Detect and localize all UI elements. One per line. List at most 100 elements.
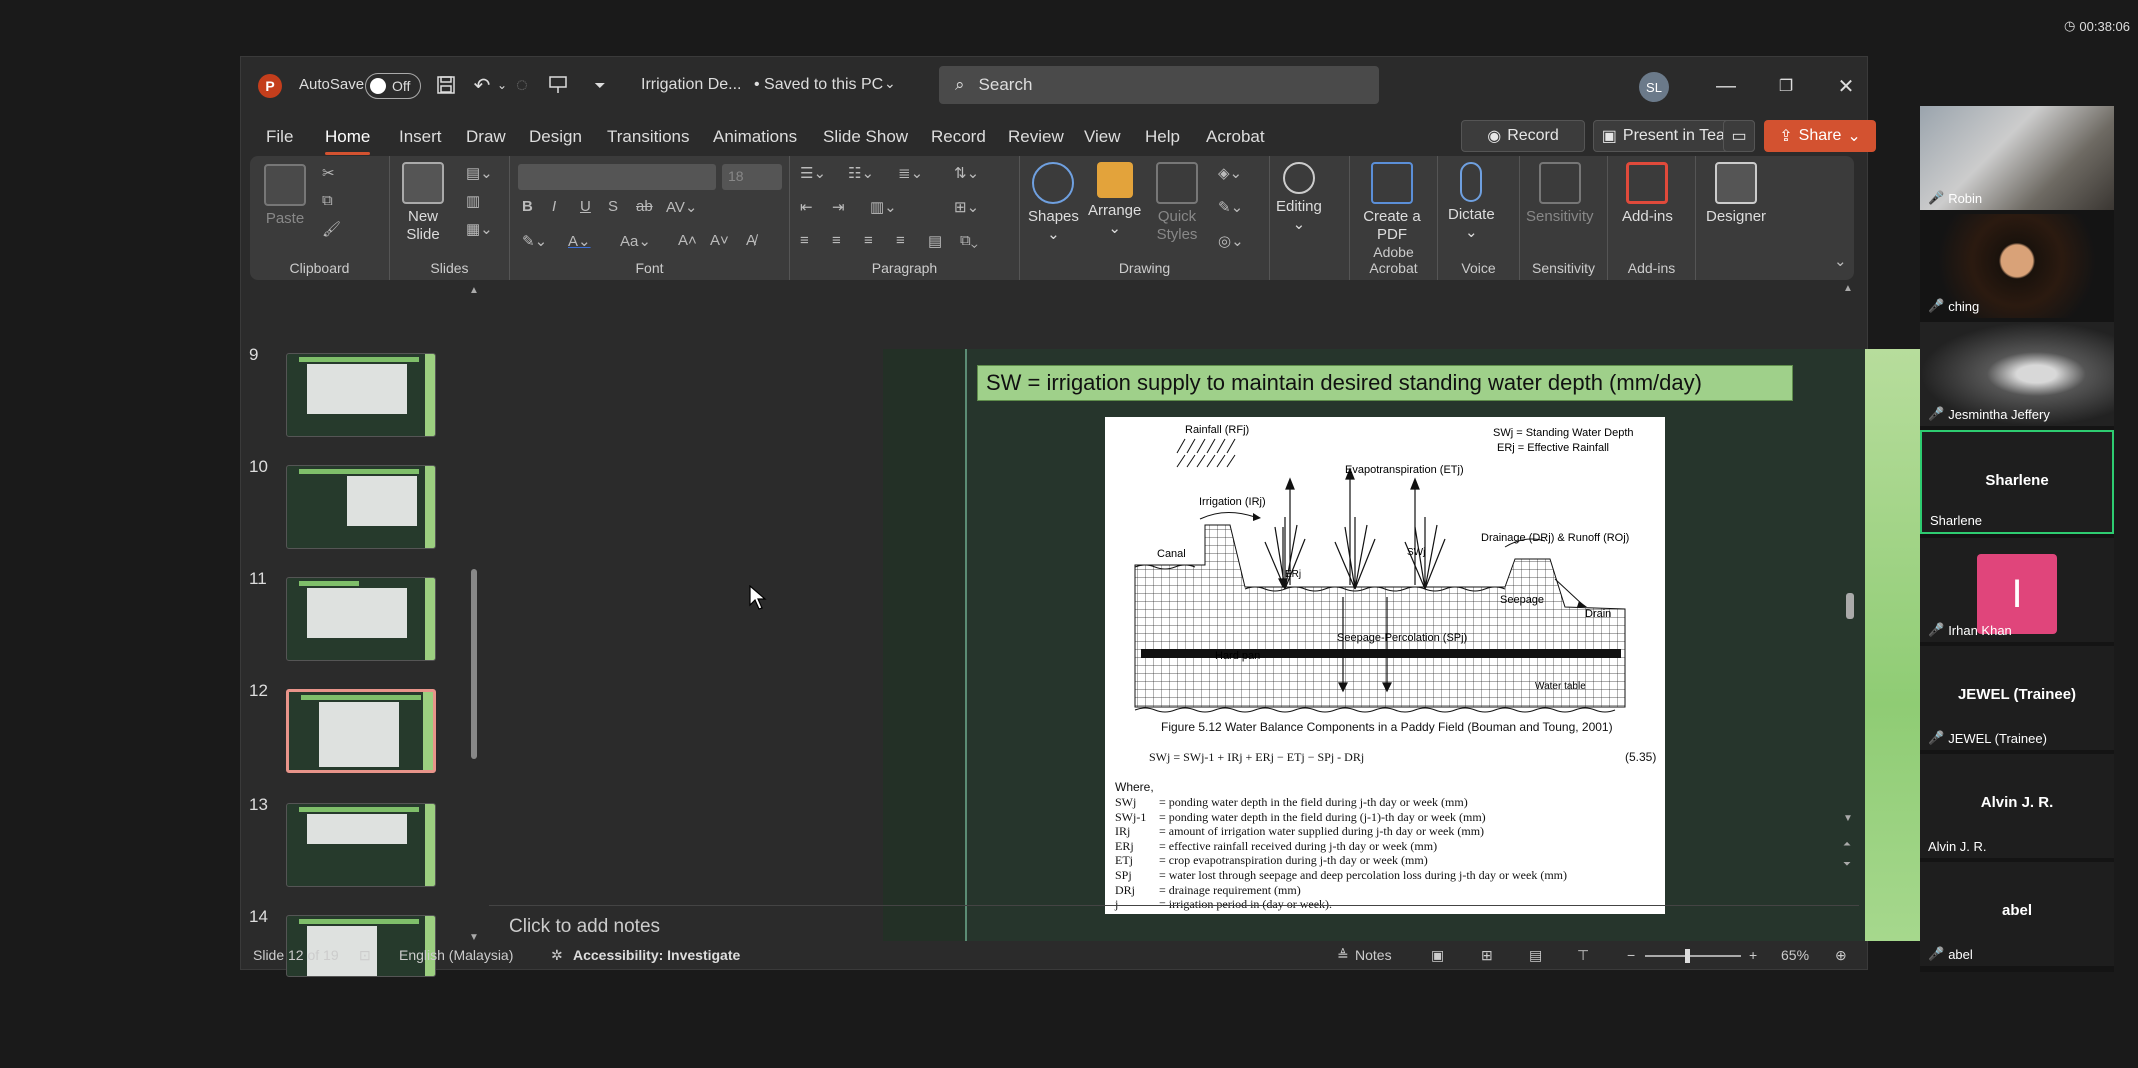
tab-view[interactable]: View <box>1084 127 1121 147</box>
distribute-icon[interactable]: ▤ <box>928 232 942 250</box>
slide-thumbnail[interactable] <box>286 577 436 661</box>
font-size-dropdown[interactable]: 18 <box>722 164 782 190</box>
tab-home[interactable]: Home <box>325 127 371 155</box>
slide-title[interactable]: SW = irrigation supply to maintain desir… <box>977 365 1793 401</box>
close-icon[interactable]: ✕ <box>1831 71 1861 101</box>
sensitivity-button[interactable]: Sensitivity <box>1526 162 1594 226</box>
participant-tile[interactable]: Alvin J. R. Alvin J. R. <box>1920 754 2114 858</box>
record-button[interactable]: ◉ Record <box>1461 120 1585 152</box>
participant-tile[interactable]: 🎤 Robin <box>1920 106 2114 210</box>
slide-thumbnail[interactable] <box>286 465 436 549</box>
shapes-button[interactable]: Shapes ⌄ <box>1028 162 1079 244</box>
bold-icon[interactable]: B <box>522 198 533 215</box>
zoom-out-icon[interactable]: − <box>1627 947 1635 963</box>
slide-thumbnail[interactable] <box>286 803 436 887</box>
align-left-icon[interactable]: ≡ <box>800 232 809 249</box>
zoom-level[interactable]: 65% <box>1781 947 1809 963</box>
align-text-icon[interactable]: ⊞⌄ <box>954 198 979 216</box>
clear-format-icon[interactable]: A̸ <box>746 232 756 249</box>
slide-canvas[interactable]: SW = irrigation supply to maintain desir… <box>883 349 1935 941</box>
water-balance-figure[interactable]: Rainfall (RFj) SWj = Standing Water Dept… <box>1105 417 1665 914</box>
align-right-icon[interactable]: ≡ <box>864 232 873 249</box>
tab-draw[interactable]: Draw <box>466 127 506 147</box>
previous-slide-icon[interactable]: ⏶ <box>1843 839 1851 850</box>
redo-icon[interactable]: ◌ <box>509 71 535 99</box>
scrollbar-thumb[interactable] <box>1846 593 1854 619</box>
tab-transitions[interactable]: Transitions <box>607 127 690 147</box>
tab-review[interactable]: Review <box>1008 127 1064 147</box>
editor-scrollbar[interactable]: ▲ ▼ ⏶ ⏷ <box>1843 283 1857 905</box>
strikethrough-icon[interactable]: ab <box>636 198 653 215</box>
participant-tile[interactable]: 🎤 ching <box>1920 214 2114 318</box>
saved-status[interactable]: • Saved to this PC <box>754 76 883 94</box>
shape-outline-icon[interactable]: ✎⌄ <box>1218 198 1243 216</box>
shadow-icon[interactable]: S <box>608 198 618 215</box>
search-box[interactable]: ⌕ Search <box>939 66 1379 104</box>
tab-animations[interactable]: Animations <box>713 127 797 147</box>
accessibility-icon[interactable]: ✲ <box>551 947 563 964</box>
scroll-up-icon[interactable]: ▲ <box>469 285 479 296</box>
layout-icon[interactable]: ▤⌄ <box>466 164 493 182</box>
zoom-slider-thumb[interactable] <box>1685 949 1690 963</box>
copy-icon[interactable]: ⧉ <box>322 192 333 209</box>
align-center-icon[interactable]: ≡ <box>832 232 841 249</box>
designer-button[interactable]: Designer <box>1706 162 1766 226</box>
save-icon[interactable] <box>433 71 459 99</box>
highlight-icon[interactable]: ✎⌄ <box>522 232 547 250</box>
change-case-icon[interactable]: Aa⌄ <box>620 232 651 250</box>
text-direction-icon[interactable]: ⇅⌄ <box>954 164 979 182</box>
columns-icon[interactable]: ▥⌄ <box>870 198 897 216</box>
arrange-button[interactable]: Arrange ⌄ <box>1088 162 1141 238</box>
language-status[interactable]: English (Malaysia) <box>399 947 513 963</box>
thumbnail-scrollbar[interactable]: ▲ ▼ <box>469 285 479 943</box>
tab-slide-show[interactable]: Slide Show <box>823 127 908 147</box>
char-spacing-icon[interactable]: AV⌄ <box>666 198 697 216</box>
italic-icon[interactable]: I <box>552 198 556 215</box>
create-pdf-button[interactable]: Create a PDF <box>1362 162 1422 244</box>
font-color-icon[interactable]: A⌄ <box>568 232 591 250</box>
zoom-in-icon[interactable]: + <box>1749 947 1757 963</box>
line-spacing-icon[interactable]: ≣⌄ <box>898 164 923 182</box>
customize-toolbar-icon[interactable]: ⏷ <box>587 71 613 99</box>
minimize-icon[interactable]: — <box>1711 71 1741 101</box>
participant-tile[interactable]: abel 🎤 abel <box>1920 862 2114 966</box>
scrollbar-thumb[interactable] <box>471 569 477 759</box>
scroll-up-icon[interactable]: ▲ <box>1843 283 1853 294</box>
cut-icon[interactable]: ✂ <box>322 164 335 182</box>
slide-sorter-icon[interactable]: ⊞ <box>1481 947 1493 964</box>
shape-effects-icon[interactable]: ◎⌄ <box>1218 232 1244 250</box>
bullets-icon[interactable]: ☰⌄ <box>800 164 826 182</box>
new-slide-button[interactable]: New Slide <box>398 162 448 244</box>
paste-button[interactable]: Paste <box>264 164 306 228</box>
tab-insert[interactable]: Insert <box>399 127 442 147</box>
participant-tile[interactable]: I 🎤 Irhan Khan <box>1920 538 2114 642</box>
share-button[interactable]: ⇪ Share ⌄ <box>1764 120 1876 152</box>
justify-icon[interactable]: ≡ <box>896 232 905 249</box>
addins-button[interactable]: Add-ins <box>1622 162 1673 226</box>
dictate-button[interactable]: Dictate ⌄ <box>1448 162 1495 242</box>
editing-button[interactable]: Editing ⌄ <box>1276 162 1322 234</box>
document-title[interactable]: Irrigation De... <box>641 76 741 94</box>
spell-check-icon[interactable]: ⊡ <box>359 947 371 964</box>
tab-acrobat[interactable]: Acrobat <box>1206 127 1265 147</box>
collapse-ribbon-icon[interactable]: ⌄ <box>1834 252 1847 270</box>
shrink-font-icon[interactable]: A˅ <box>710 232 729 249</box>
user-avatar[interactable]: SL <box>1639 72 1669 102</box>
tab-file[interactable]: File <box>266 127 293 147</box>
format-painter-icon[interactable]: 🖌 <box>322 220 341 238</box>
autosave-toggle[interactable]: Off <box>365 73 421 99</box>
underline-icon[interactable]: U <box>580 198 591 215</box>
font-family-dropdown[interactable] <box>518 164 716 190</box>
fit-to-window-icon[interactable]: ⊕ <box>1835 947 1847 964</box>
reading-view-icon[interactable]: ▤ <box>1529 947 1542 964</box>
normal-view-icon[interactable]: ▣ <box>1431 947 1444 964</box>
scroll-down-icon[interactable]: ▼ <box>1843 813 1853 824</box>
tab-record[interactable]: Record <box>931 127 986 147</box>
numbering-icon[interactable]: ☷⌄ <box>848 164 874 182</box>
slideshow-view-icon[interactable]: ⊤ <box>1577 947 1589 964</box>
tab-help[interactable]: Help <box>1145 127 1180 147</box>
smartart-icon[interactable]: ⧉⌄ <box>960 232 978 249</box>
section-icon[interactable]: ▦⌄ <box>466 220 493 238</box>
slide-thumbnail-selected[interactable] <box>286 689 436 773</box>
participant-tile[interactable]: JEWEL (Trainee) 🎤 JEWEL (Trainee) <box>1920 646 2114 750</box>
